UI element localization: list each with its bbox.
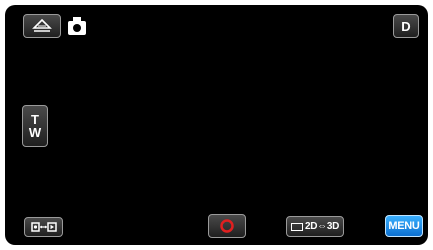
record-button[interactable] [208, 214, 246, 238]
zoom-control[interactable]: T W [22, 105, 48, 147]
zoom-wide-label: W [28, 125, 42, 140]
playback-switch-button[interactable] [24, 217, 63, 237]
camera-screen: D T W 2D⇔3D MENU [5, 5, 428, 245]
menu-button[interactable]: MENU [385, 215, 423, 237]
display-button[interactable]: D [393, 14, 419, 38]
toggle-3d-label: 2D⇔3D [304, 221, 340, 232]
eject-button[interactable] [23, 14, 61, 38]
playback-switch-icon [30, 222, 57, 232]
eject-icon [32, 18, 52, 32]
display-button-label: D [401, 18, 411, 34]
record-ring-icon [220, 219, 234, 233]
camera-icon [67, 15, 87, 37]
menu-label: MENU [388, 220, 420, 232]
screen-box-icon [290, 222, 303, 231]
toggle-3d-button[interactable]: 2D⇔3D [286, 216, 344, 237]
